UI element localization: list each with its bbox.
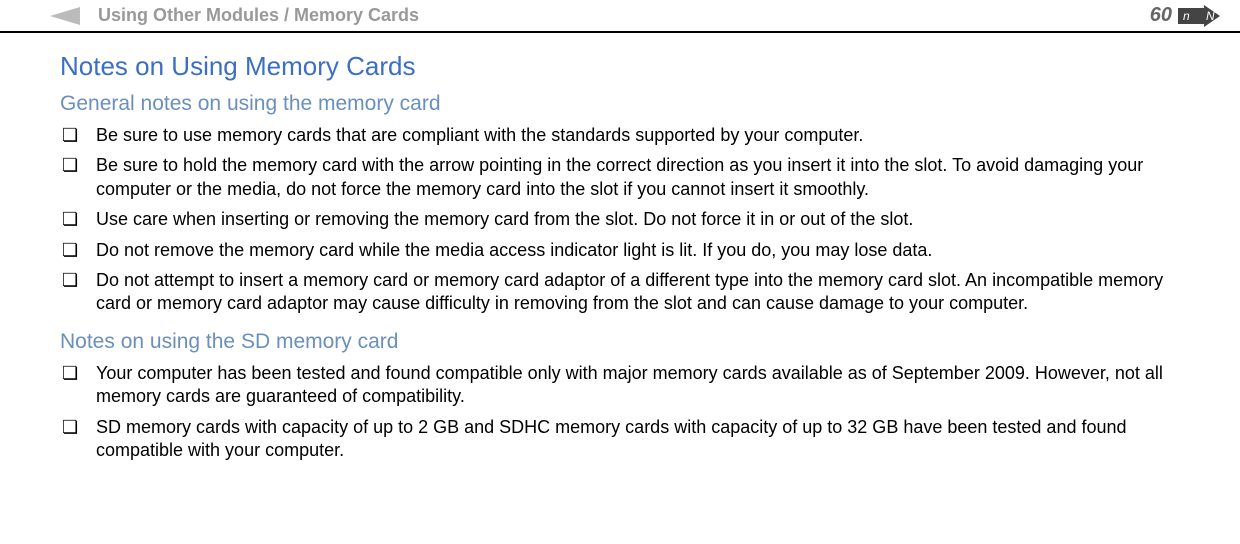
list-item: Use care when inserting or removing the … bbox=[60, 208, 1180, 231]
prev-page-icon[interactable] bbox=[50, 7, 80, 25]
list-item: Be sure to use memory cards that are com… bbox=[60, 124, 1180, 147]
list-item: SD memory cards with capacity of up to 2… bbox=[60, 416, 1180, 463]
svg-text:N: N bbox=[1206, 9, 1215, 23]
page-header: Using Other Modules / Memory Cards 60 n … bbox=[0, 0, 1240, 33]
list-item: Be sure to hold the memory card with the… bbox=[60, 154, 1180, 201]
page-navigation: 60 n N bbox=[1150, 4, 1220, 27]
page-content: Notes on Using Memory Cards General note… bbox=[0, 33, 1240, 486]
svg-text:n: n bbox=[1183, 9, 1190, 23]
sd-notes-list: Your computer has been tested and found … bbox=[60, 362, 1180, 463]
list-item: Do not attempt to insert a memory card o… bbox=[60, 269, 1180, 316]
page-number: 60 bbox=[1150, 4, 1172, 27]
breadcrumb: Using Other Modules / Memory Cards bbox=[98, 5, 419, 26]
next-page-icon[interactable]: n N bbox=[1178, 5, 1220, 27]
subsection-general-heading: General notes on using the memory card bbox=[60, 92, 1180, 116]
general-notes-list: Be sure to use memory cards that are com… bbox=[60, 124, 1180, 316]
subsection-sd-heading: Notes on using the SD memory card bbox=[60, 330, 1180, 354]
page-title: Notes on Using Memory Cards bbox=[60, 51, 1180, 82]
list-item: Do not remove the memory card while the … bbox=[60, 239, 1180, 262]
list-item: Your computer has been tested and found … bbox=[60, 362, 1180, 409]
